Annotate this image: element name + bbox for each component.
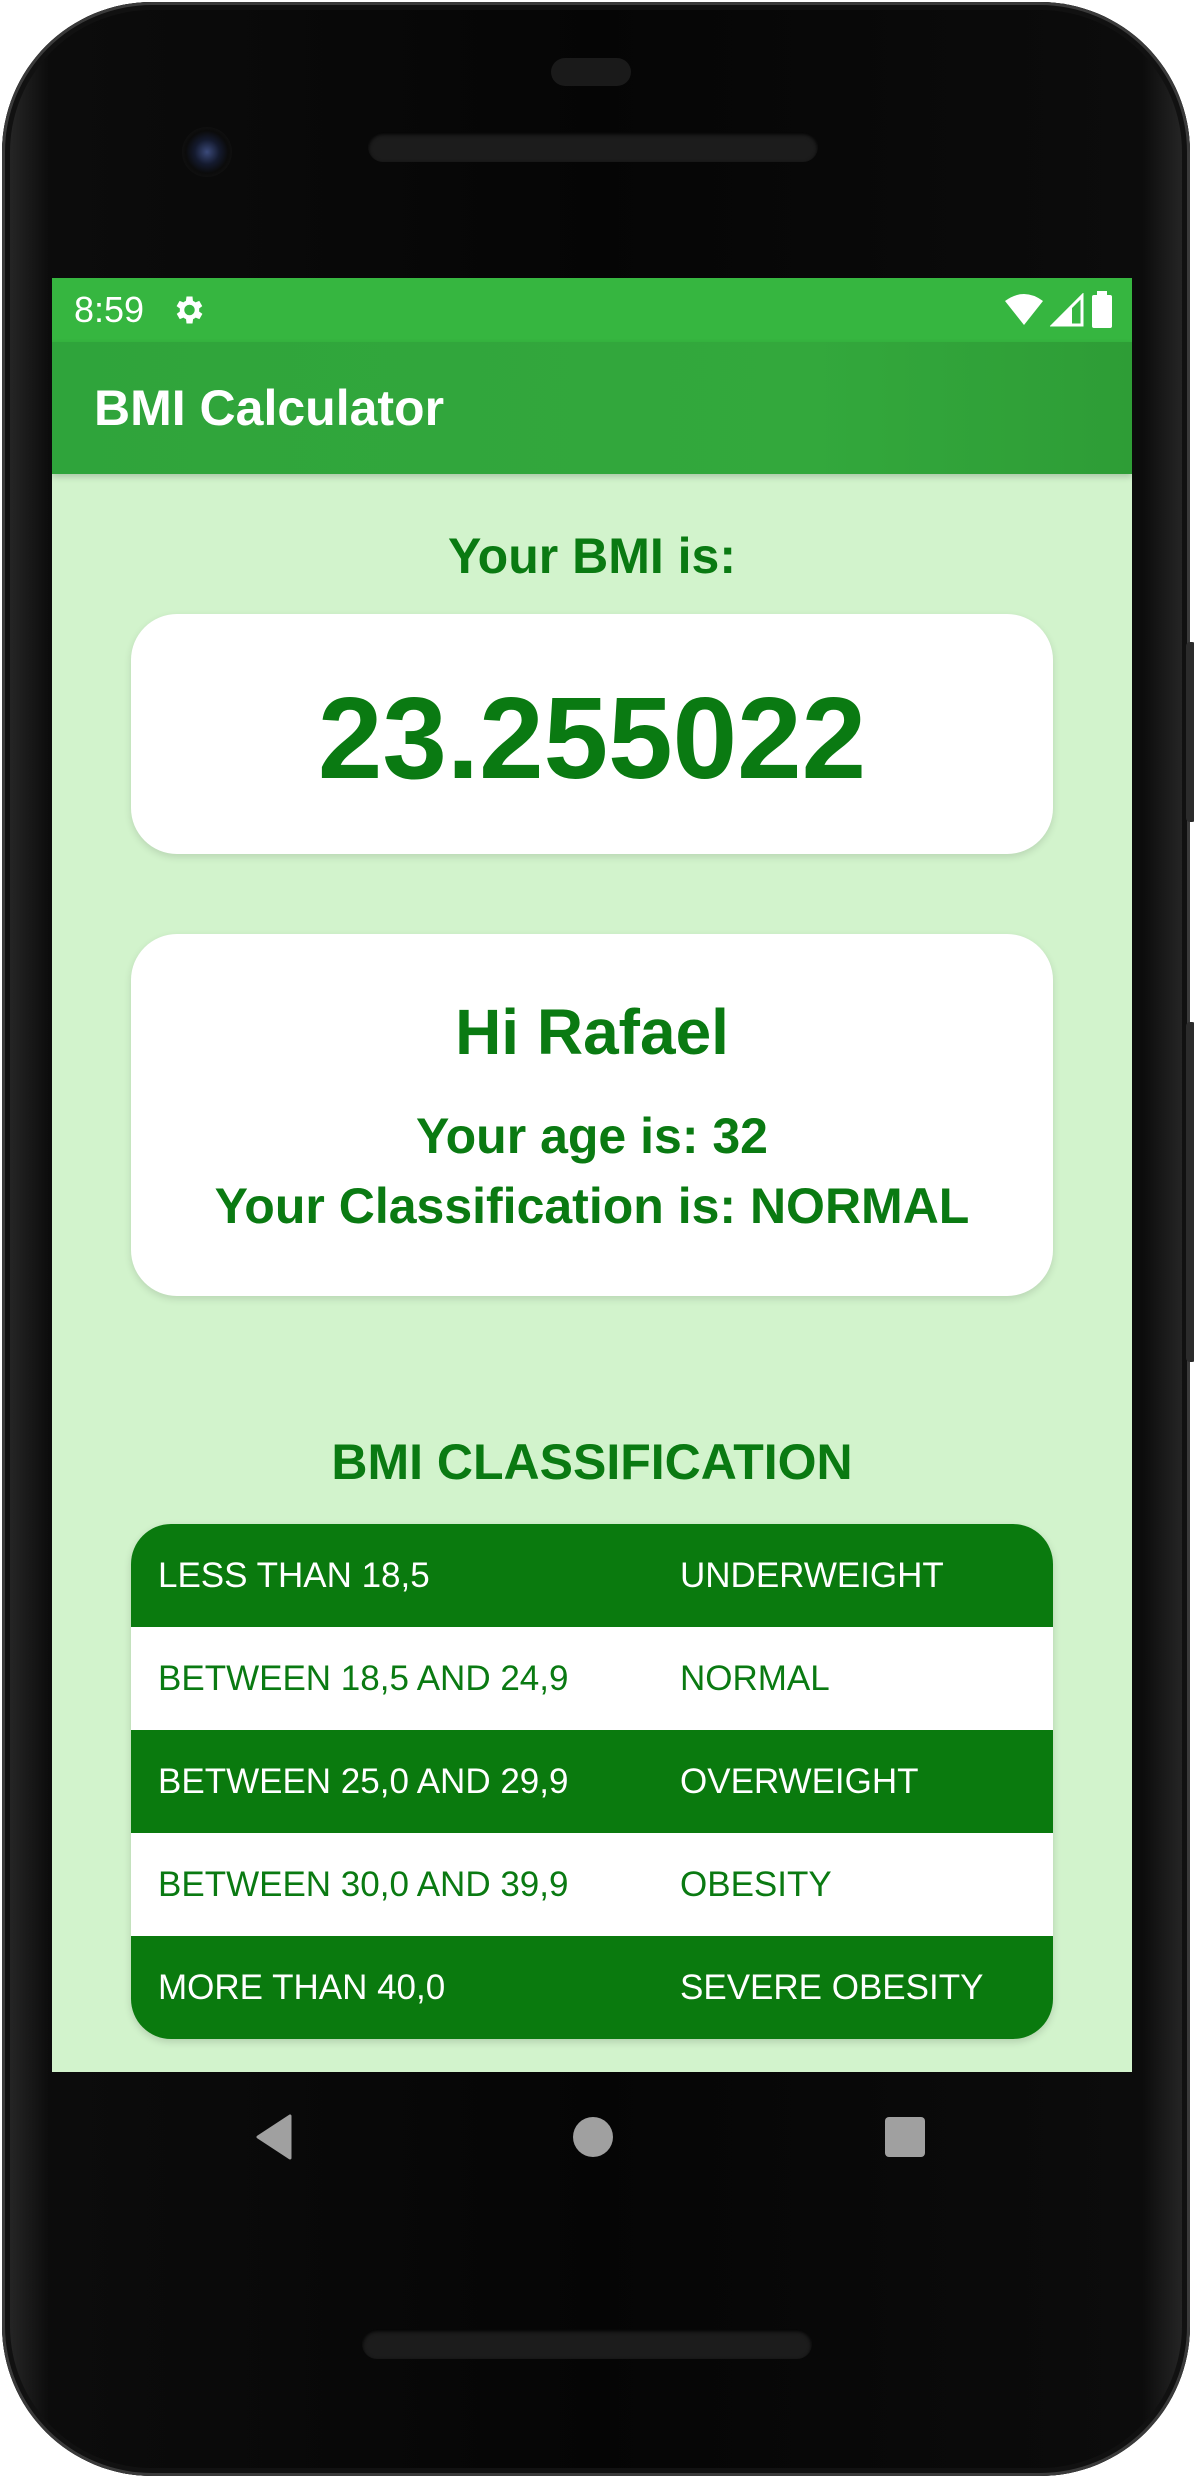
home-icon[interactable] (566, 2110, 620, 2164)
battery-icon (1092, 291, 1112, 328)
bmi-result-card: 23.255022 (131, 614, 1053, 854)
class-cell: SEVERE OBESITY (680, 1968, 984, 2007)
wifi-icon (1005, 294, 1043, 325)
recents-icon[interactable] (878, 2110, 932, 2164)
app-title: BMI Calculator (94, 380, 445, 436)
app-bar: BMI Calculator (52, 342, 1132, 474)
volume-button (1186, 1022, 1194, 1362)
status-icons (1004, 290, 1114, 330)
range-cell: BETWEEN 30,0 AND 39,9 (158, 1865, 569, 1904)
class-cell: NORMAL (680, 1659, 830, 1698)
power-button (1186, 642, 1194, 822)
greeting-text: Hi Rafael (455, 996, 729, 1068)
table-row: LESS THAN 18,5 UNDERWEIGHT (131, 1524, 1053, 1627)
classification-heading: BMI CLASSIFICATION (331, 1434, 853, 1490)
greeting-card: Hi Rafael Your age is: 32 Your Classific… (131, 934, 1053, 1296)
range-cell: BETWEEN 25,0 AND 29,9 (158, 1762, 569, 1801)
settings-icon (176, 296, 203, 324)
range-cell: LESS THAN 18,5 (158, 1556, 430, 1595)
cellular-icon (1050, 293, 1084, 327)
proximity-sensor (551, 58, 631, 86)
bmi-value: 23.255022 (317, 673, 867, 803)
age-text: Your age is: 32 (416, 1108, 768, 1164)
status-bar: 8:59 (52, 278, 1132, 342)
status-time: 8:59 (74, 289, 145, 330)
class-cell: OBESITY (680, 1865, 832, 1904)
bottom-speaker (362, 2329, 812, 2359)
table-row: MORE THAN 40,0 SEVERE OBESITY (131, 1936, 1053, 2039)
class-cell: OVERWEIGHT (680, 1762, 919, 1801)
range-cell: BETWEEN 18,5 AND 24,9 (158, 1659, 569, 1698)
app-screen: 8:59 BMI Calculator Your BMI is: 23.2550… (52, 278, 1132, 2072)
back-icon[interactable] (250, 2110, 304, 2164)
navigation-bar (52, 2072, 1132, 2202)
table-row: BETWEEN 30,0 AND 39,9 OBESITY (131, 1833, 1053, 1936)
front-camera (182, 127, 232, 177)
bmi-heading: Your BMI is: (448, 528, 736, 584)
classification-text: Your Classification is: NORMAL (214, 1178, 970, 1234)
table-row: BETWEEN 25,0 AND 29,9 OVERWEIGHT (131, 1730, 1053, 1833)
earpiece-speaker (368, 132, 818, 162)
table-row: BETWEEN 18,5 AND 24,9 NORMAL (131, 1627, 1053, 1730)
class-cell: UNDERWEIGHT (680, 1556, 944, 1595)
classification-table: LESS THAN 18,5 UNDERWEIGHT BETWEEN 18,5 … (131, 1524, 1053, 2039)
range-cell: MORE THAN 40,0 (158, 1968, 446, 2007)
